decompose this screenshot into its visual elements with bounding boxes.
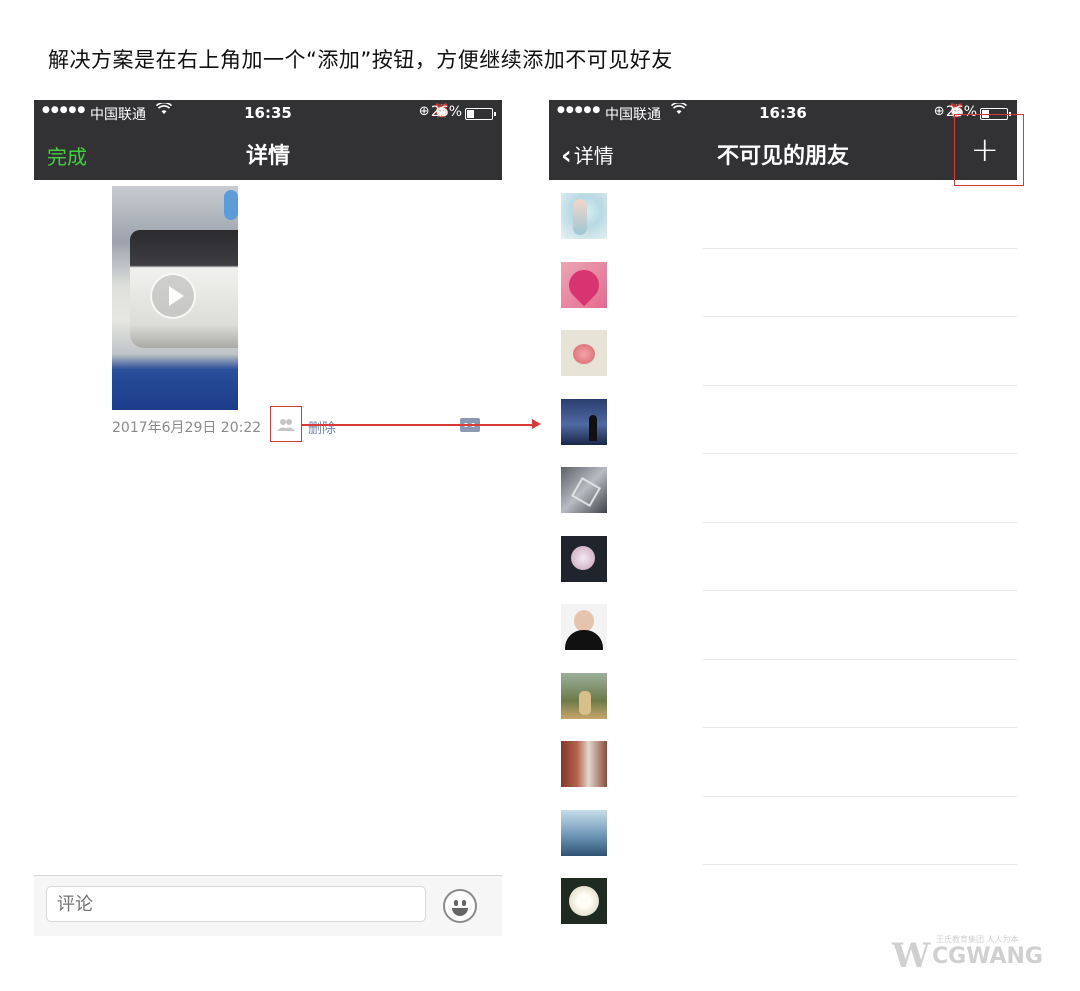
avatar <box>561 741 607 787</box>
avatar <box>561 535 607 582</box>
watermark-brand: CGWANG <box>932 944 1043 969</box>
list-item[interactable] <box>549 454 1017 523</box>
invisible-friends-screen: ●●●●● 中国联通 16:36 ⊕ ⏰ 26% ‹ 详情 不可见的朋友 + <box>549 100 1017 936</box>
detail-screen: ●●●●● 中国联通 16:35 ⊕ ⏰ 26% 完成 详情 2017年6月29… <box>34 100 502 936</box>
avatar <box>561 398 607 445</box>
status-bar: ●●●●● 中国联通 16:35 ⊕ ⏰ 26% <box>34 100 502 126</box>
battery-percent: 26% <box>430 104 462 120</box>
nav-bar: ●●●●● 中国联通 16:35 ⊕ ⏰ 26% 完成 详情 <box>34 100 502 180</box>
post-timestamp: 2017年6月29日 20:22 <box>112 420 262 436</box>
list-item[interactable] <box>549 180 1017 249</box>
list-item[interactable] <box>549 797 1017 865</box>
annotation-box-add <box>954 114 1024 186</box>
avatar <box>561 878 607 924</box>
list-item[interactable] <box>549 591 1017 660</box>
annotation-arrow-head <box>532 419 541 429</box>
battery-icon <box>465 108 496 120</box>
watermark-logo: W 王氏教育集团 人人为本 CGWANG <box>892 932 1052 976</box>
play-icon[interactable] <box>150 273 196 319</box>
friends-list <box>549 180 1017 934</box>
page-title: 不可见的朋友 <box>716 144 849 169</box>
list-item[interactable] <box>549 386 1017 454</box>
page-title: 详情 <box>245 144 290 169</box>
avatar <box>561 193 607 239</box>
list-item[interactable] <box>549 317 1017 386</box>
video-thumbnail[interactable] <box>112 186 238 410</box>
watermark-mark: W <box>892 936 931 976</box>
avatar <box>561 672 607 719</box>
emoji-icon[interactable] <box>443 889 477 923</box>
avatar <box>561 809 607 856</box>
avatar <box>561 330 607 376</box>
nav-bar: ●●●●● 中国联通 16:36 ⊕ ⏰ 26% ‹ 详情 不可见的朋友 + <box>549 100 1017 180</box>
list-item[interactable] <box>549 249 1017 317</box>
annotation-arrow <box>302 424 534 426</box>
list-item[interactable] <box>549 865 1017 934</box>
list-item[interactable] <box>549 523 1017 591</box>
status-bar: ●●●●● 中国联通 16:36 ⊕ ⏰ 26% <box>549 100 1017 126</box>
annotation-box-friends <box>270 406 302 442</box>
comment-input[interactable] <box>46 886 426 922</box>
delete-link[interactable]: 删除 <box>308 418 336 438</box>
balloon-decoration <box>224 190 238 220</box>
comment-bar <box>34 875 502 936</box>
avatar <box>561 604 607 650</box>
list-item[interactable] <box>549 660 1017 728</box>
avatar <box>561 261 607 308</box>
caption: 解决方案是在右上角加一个“添加”按钮，方便继续添加不可见好友 <box>48 48 673 72</box>
avatar <box>561 467 607 513</box>
list-item[interactable] <box>549 728 1017 797</box>
